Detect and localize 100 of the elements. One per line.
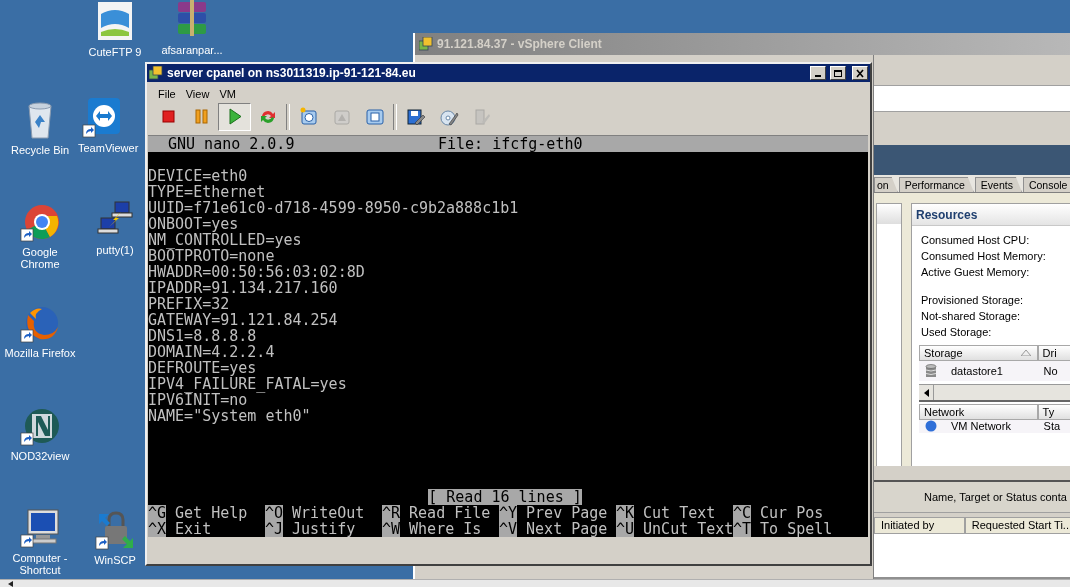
icon-label[interactable]: Computer - Shortcut bbox=[6, 552, 74, 576]
shortcut-label: Get Help bbox=[175, 505, 248, 521]
network-icon bbox=[925, 420, 937, 432]
left-arrow-icon[interactable] bbox=[923, 388, 929, 397]
column-header[interactable]: Requested Start Ti... bbox=[964, 517, 1070, 534]
shortcut-label: Where Is bbox=[409, 521, 482, 537]
column-header[interactable]: Dri bbox=[1037, 345, 1070, 361]
cuteftp-icon[interactable] bbox=[95, 2, 135, 42]
shortcut-key: ^W bbox=[382, 521, 401, 537]
maximize-icon bbox=[833, 68, 843, 78]
icon-label[interactable]: Recycle Bin bbox=[10, 144, 70, 156]
app-version: GNU nano 2.0.9 bbox=[168, 136, 296, 152]
field-label: Provisioned Storage: bbox=[921, 293, 1025, 308]
computer-icon[interactable] bbox=[20, 508, 60, 548]
shortcut-label: UnCut Text bbox=[643, 521, 734, 537]
text-line: IPV6INIT=no bbox=[148, 392, 248, 408]
text-line: GATEWAY=91.121.84.254 bbox=[148, 312, 339, 328]
shortcut-key: ^G bbox=[148, 505, 167, 521]
field-label: Used Storage: bbox=[921, 325, 993, 340]
icon-label[interactable]: Google Chrome bbox=[8, 246, 72, 270]
shortcut-key: ^T bbox=[733, 521, 752, 537]
scrollbar[interactable] bbox=[919, 384, 1070, 402]
icon-label[interactable]: NOD32view bbox=[10, 450, 70, 462]
column-header[interactable]: Storage bbox=[919, 345, 1038, 361]
window-title: server cpanel on ns3011319.ip-91-121-84.eu bbox=[167, 66, 417, 80]
column-header[interactable]: Network bbox=[919, 404, 1038, 420]
table-cell: datastore1 bbox=[951, 365, 1003, 377]
text-line: DEVICE=eth0 bbox=[148, 168, 249, 184]
padlock-icon[interactable] bbox=[95, 510, 135, 550]
icon-label[interactable]: CuteFTP 9 bbox=[88, 46, 142, 58]
shortcut-key: ^Y bbox=[499, 505, 518, 521]
filter-text: Name, Target or Status conta bbox=[874, 480, 1070, 513]
status-message: [ Read 16 lines ] bbox=[428, 489, 582, 505]
text-line: ONBOOT=yes bbox=[148, 216, 239, 232]
file-name: File: ifcfg-eth0 bbox=[438, 136, 584, 152]
shortcut-label: Justify bbox=[292, 521, 356, 537]
shortcut-key: ^V bbox=[499, 521, 518, 537]
app-logo-icon bbox=[149, 66, 163, 80]
shortcut-key: ^J bbox=[265, 521, 284, 537]
text-line: UUID=f71e61c0-d718-4599-8950-c9b2a888c1b1 bbox=[148, 200, 520, 216]
shortcut-label: Cur Pos bbox=[760, 505, 824, 521]
shortcut-label: WriteOut bbox=[292, 505, 365, 521]
shortcut-key: ^U bbox=[616, 521, 635, 537]
shortcut-key: ^K bbox=[616, 505, 635, 521]
menu-item[interactable]: VM bbox=[219, 87, 236, 101]
text-line: IPADDR=91.134.217.160 bbox=[148, 280, 339, 296]
field-label: Not-shared Storage: bbox=[921, 309, 1022, 324]
tab[interactable]: Console bbox=[1022, 177, 1070, 192]
table-cell: Sta bbox=[1043, 420, 1061, 432]
column-header[interactable]: Ty bbox=[1037, 404, 1070, 420]
shortcut-label: Prev Page bbox=[526, 505, 608, 521]
text-line: IPV4_FAILURE_FATAL=yes bbox=[148, 376, 348, 392]
close-icon bbox=[855, 68, 865, 78]
panel-title: Resources bbox=[912, 204, 1070, 226]
text-line: BOOTPROTO=none bbox=[148, 248, 275, 264]
text-line: DEFROUTE=yes bbox=[148, 360, 257, 376]
shortcut-label: Exit bbox=[175, 521, 212, 537]
minimize-icon bbox=[815, 75, 821, 77]
shortcut-label: To Spell bbox=[760, 521, 833, 537]
field-label: Consumed Host Memory: bbox=[921, 249, 1047, 264]
column-header[interactable]: Initiated by bbox=[874, 517, 965, 534]
shortcut-key: ^R bbox=[382, 505, 401, 521]
text-line: NM_CONTROLLED=yes bbox=[148, 232, 303, 248]
left-arrow-icon[interactable] bbox=[8, 581, 13, 587]
shortcut-label: Read File bbox=[409, 505, 491, 521]
close-button[interactable] bbox=[852, 66, 868, 80]
text-line: DNS1=8.8.8.8 bbox=[148, 328, 258, 344]
menu-item[interactable]: File bbox=[158, 87, 176, 101]
shortcut-key: ^X bbox=[148, 521, 167, 537]
app-logo-icon bbox=[419, 37, 433, 51]
shortcut-label: Next Page bbox=[526, 521, 608, 537]
icon-label[interactable]: putty(1) bbox=[96, 244, 134, 256]
text-line: TYPE=Ethernet bbox=[148, 184, 267, 200]
field-label: Consumed Host CPU: bbox=[921, 233, 1031, 248]
table-cell: No bbox=[1043, 365, 1058, 377]
icon-label[interactable]: afsaranpar... bbox=[161, 44, 223, 56]
menu-item[interactable]: View bbox=[185, 87, 210, 101]
shortcut-key: ^C bbox=[733, 505, 752, 521]
tab[interactable]: Performance bbox=[898, 177, 974, 192]
tab[interactable]: Events bbox=[974, 177, 1022, 192]
window-title: 91.121.84.37 - vSphere Client bbox=[437, 37, 602, 51]
icon-label[interactable]: WinSCP bbox=[94, 554, 136, 566]
terminal[interactable] bbox=[148, 135, 868, 537]
icon-label[interactable]: Mozilla Firefox bbox=[4, 347, 76, 359]
text-line: PREFIX=32 bbox=[148, 296, 231, 312]
icon-label[interactable]: TeamViewer bbox=[78, 142, 139, 154]
database-icon bbox=[925, 364, 937, 378]
minimize-button[interactable] bbox=[810, 66, 826, 80]
text-line: NAME="System eth0" bbox=[148, 408, 312, 424]
text-line: HWADDR=00:50:56:03:02:8D bbox=[148, 264, 366, 280]
teamviewer-icon[interactable] bbox=[82, 98, 122, 138]
play-button[interactable] bbox=[218, 103, 251, 131]
shortcut-label: Cut Text bbox=[643, 505, 716, 521]
text-line: DOMAIN=4.2.2.4 bbox=[148, 344, 276, 360]
shortcut-key: ^O bbox=[265, 505, 284, 521]
maximize-button[interactable] bbox=[830, 66, 846, 80]
field-label: Active Guest Memory: bbox=[921, 265, 1031, 280]
tab[interactable]: on bbox=[874, 177, 898, 192]
table-cell: VM Network bbox=[951, 420, 1011, 432]
chrome-icon[interactable] bbox=[20, 202, 60, 242]
